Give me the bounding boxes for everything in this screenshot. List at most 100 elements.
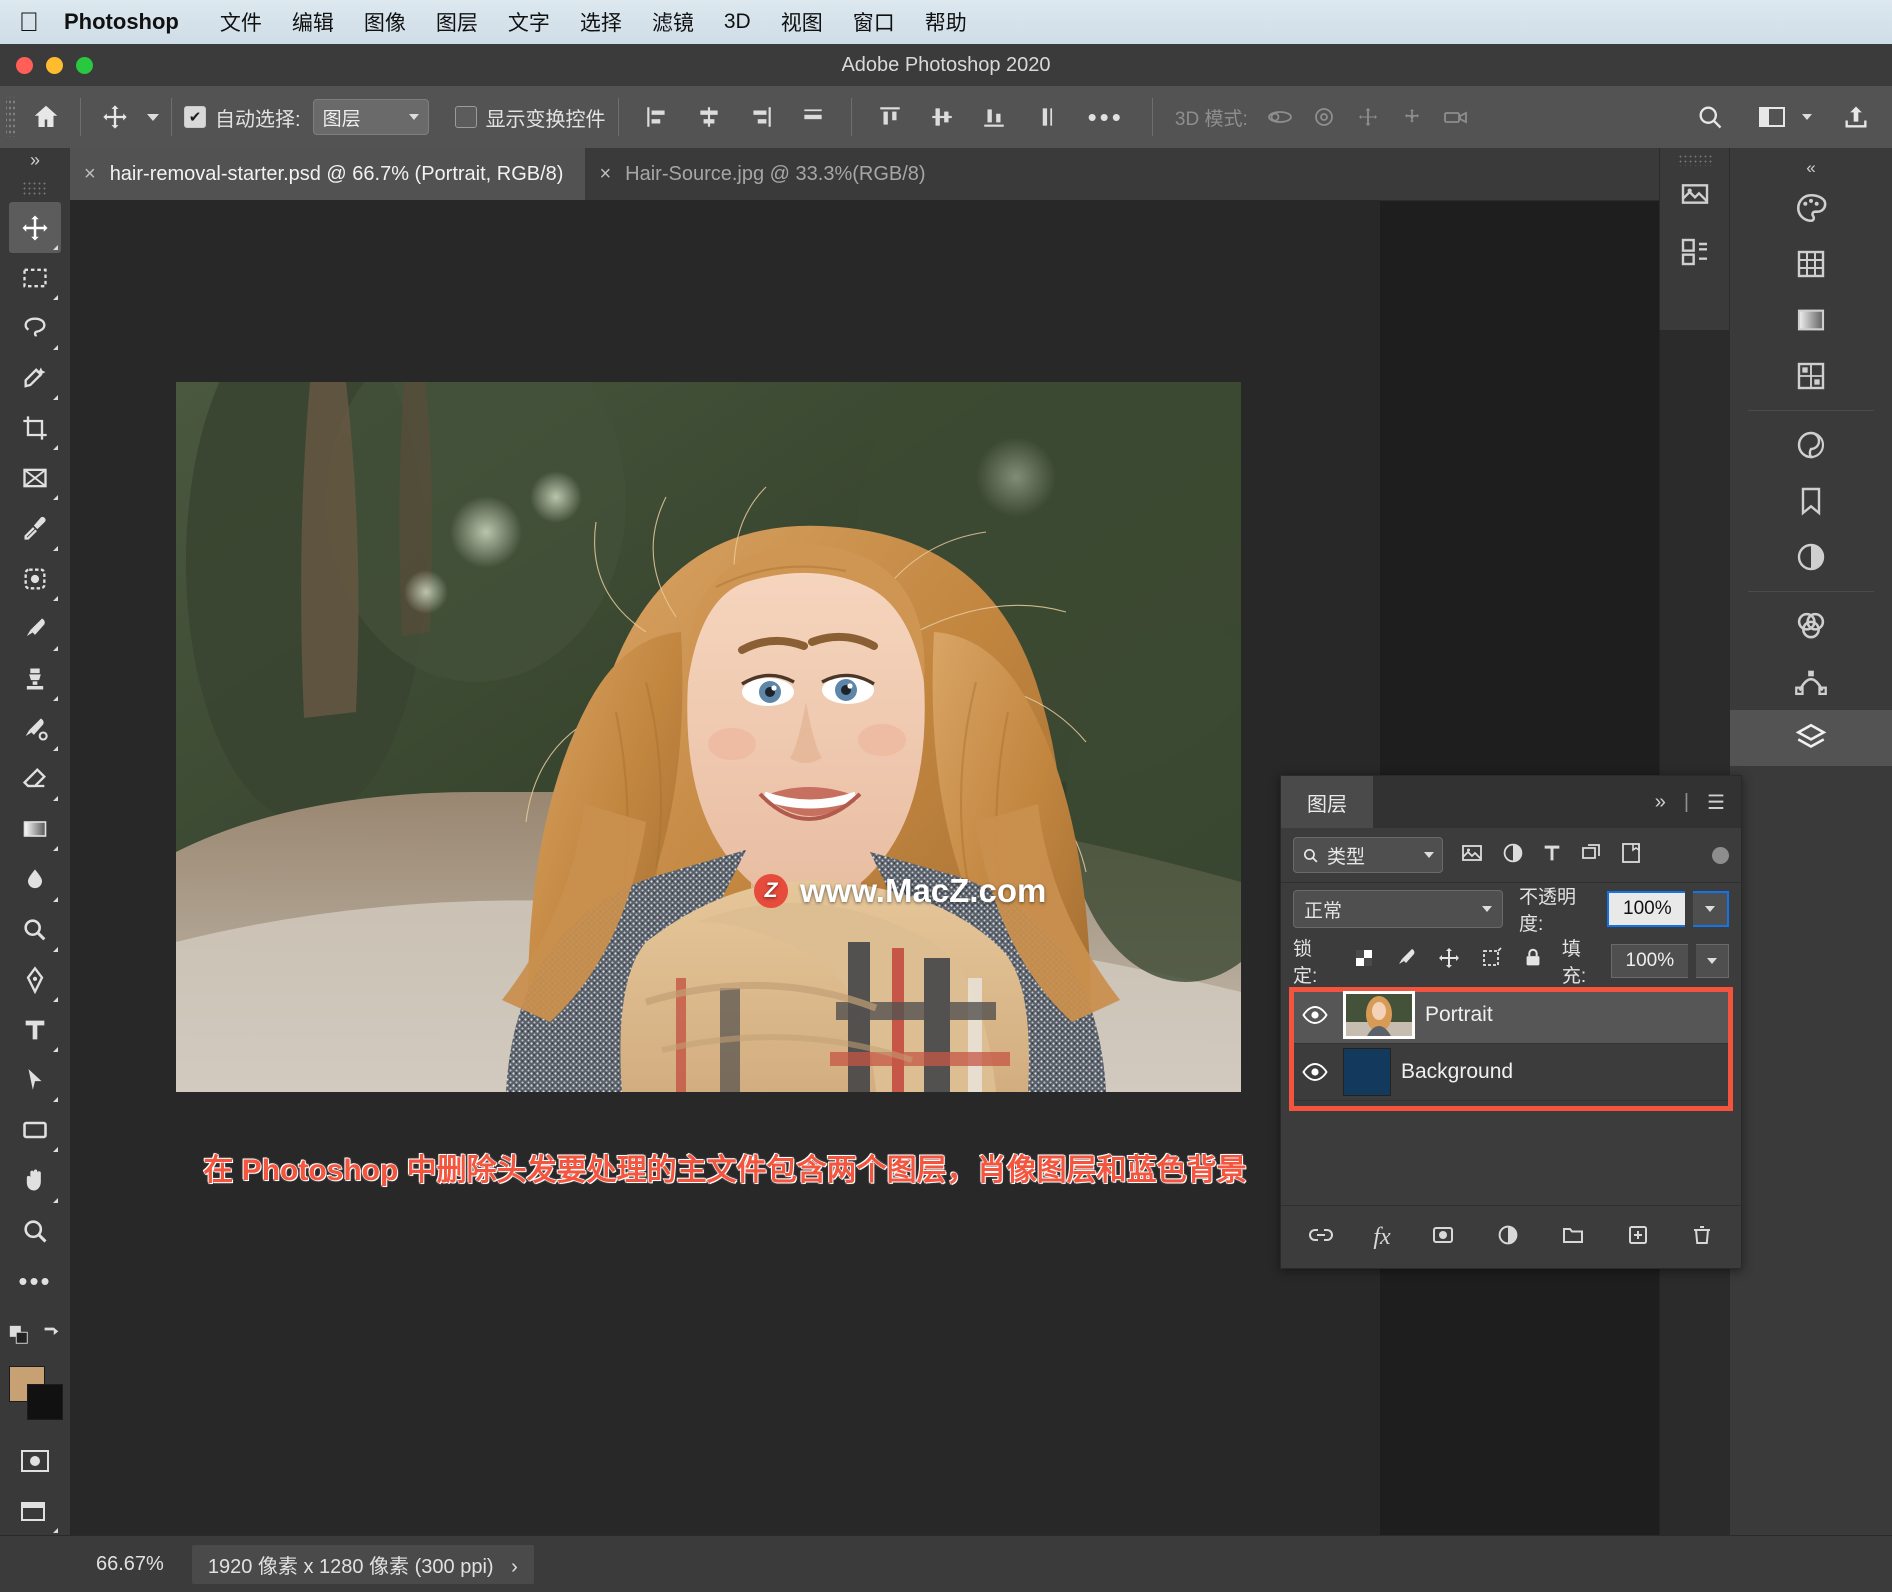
screen-mode-button[interactable] (9, 1486, 61, 1536)
auto-select-checkbox[interactable]: ✔ (184, 106, 206, 128)
horizontal-type-tool[interactable] (9, 1005, 61, 1055)
layer-thumbnail-background[interactable] (1343, 1048, 1391, 1096)
filter-enable-toggle[interactable] (1712, 847, 1729, 864)
tool-preset-chevron-down-icon[interactable] (147, 114, 159, 121)
menu-item-help[interactable]: 帮助 (910, 7, 982, 37)
new-layer-icon[interactable] (1625, 1223, 1651, 1252)
orbit-3d-icon[interactable] (1258, 96, 1302, 138)
rectangle-tool[interactable] (9, 1105, 61, 1155)
quick-mask-mode-button[interactable] (9, 1436, 61, 1486)
zoom-level[interactable]: 66.67% (96, 1553, 164, 1576)
layer-row-background[interactable]: Background (1289, 1044, 1733, 1101)
hand-tool[interactable] (9, 1155, 61, 1205)
workspace-icon[interactable] (1750, 96, 1794, 138)
menu-item-window[interactable]: 窗口 (838, 7, 910, 37)
align-left-edges-icon[interactable] (631, 95, 683, 139)
camera-3d-icon[interactable] (1434, 96, 1478, 138)
tab-layers[interactable]: 图层 (1281, 776, 1373, 828)
layer-name-background[interactable]: Background (1401, 1060, 1513, 1084)
menu-item-filter[interactable]: 滤镜 (637, 7, 709, 37)
layer-style-fx-icon[interactable]: fx (1373, 1224, 1390, 1251)
expand-toolbar-chevron-icon[interactable]: » (30, 150, 40, 171)
crop-tool[interactable] (9, 403, 61, 453)
menu-item-image[interactable]: 图像 (349, 7, 421, 37)
new-group-icon[interactable] (1559, 1223, 1587, 1252)
add-layer-mask-icon[interactable] (1429, 1223, 1457, 1252)
type-filter-icon[interactable] (1541, 841, 1563, 870)
styles-panel-icon[interactable] (1730, 473, 1892, 529)
artboard[interactable]: Z www.MacZ.com (176, 382, 1241, 1092)
frame-tool[interactable] (9, 453, 61, 503)
align-horizontal-centers-icon[interactable] (683, 95, 735, 139)
eraser-tool[interactable] (9, 754, 61, 804)
default-colors-icon[interactable] (8, 1324, 30, 1350)
zoom-window-button[interactable] (76, 57, 93, 74)
layer-visibility-eye-icon[interactable] (1297, 1005, 1333, 1025)
pan-3d-icon[interactable] (1346, 96, 1390, 138)
libraries-icon[interactable] (1660, 168, 1730, 224)
spot-healing-brush-tool[interactable] (9, 554, 61, 604)
document-tab-hair-removal-starter[interactable]: × hair-removal-starter.psd @ 66.7% (Port… (70, 148, 585, 200)
adjustment-filter-icon[interactable] (1501, 841, 1525, 870)
layers-panel-icon[interactable] (1730, 710, 1892, 766)
apple-logo-icon[interactable]:  (0, 9, 58, 36)
minimize-window-button[interactable] (46, 57, 63, 74)
more-options-button[interactable]: ••• (1072, 104, 1140, 130)
background-color-swatch[interactable] (27, 1384, 63, 1420)
move-tool-icon[interactable] (93, 96, 137, 138)
align-right-edges-icon[interactable] (735, 95, 787, 139)
delete-layer-icon[interactable] (1689, 1223, 1715, 1252)
chevron-right-icon[interactable]: › (511, 1556, 518, 1578)
search-icon[interactable] (1688, 96, 1732, 138)
move-tool[interactable] (9, 202, 61, 252)
align-vertical-centers-icon[interactable] (916, 95, 968, 139)
path-selection-tool[interactable] (9, 1055, 61, 1105)
menu-item-type[interactable]: 文字 (493, 7, 565, 37)
document-tab-hair-source[interactable]: × Hair-Source.jpg @ 33.3%(RGB/8) (585, 148, 947, 200)
align-bottom-edges-icon[interactable] (968, 95, 1020, 139)
pen-tool[interactable] (9, 955, 61, 1005)
gradients-panel-icon[interactable] (1730, 292, 1892, 348)
properties-panel-icon[interactable] (1730, 529, 1892, 585)
align-top-edges-icon[interactable] (864, 95, 916, 139)
lock-transparent-pixels-icon[interactable] (1352, 946, 1376, 976)
adjustments-history-icon[interactable] (1660, 224, 1730, 280)
rectangular-marquee-tool[interactable] (9, 253, 61, 303)
menu-item-select[interactable]: 选择 (565, 7, 637, 37)
distribute-vertical-icon[interactable] (1020, 95, 1072, 139)
share-icon[interactable] (1834, 96, 1878, 138)
patterns-panel-icon[interactable] (1730, 348, 1892, 404)
paths-panel-icon[interactable] (1730, 654, 1892, 710)
opacity-input[interactable]: 100% (1607, 891, 1685, 927)
clone-stamp-tool[interactable] (9, 654, 61, 704)
roll-3d-icon[interactable] (1302, 96, 1346, 138)
layer-filter-type-dropdown[interactable]: 类型 (1293, 837, 1443, 873)
menu-item-edit[interactable]: 编辑 (277, 7, 349, 37)
gradient-tool[interactable] (9, 804, 61, 854)
brush-tool[interactable] (9, 604, 61, 654)
layer-row-portrait[interactable]: Portrait (1289, 987, 1733, 1044)
swap-colors-icon[interactable] (40, 1324, 62, 1350)
menu-item-file[interactable]: 文件 (205, 7, 277, 37)
blend-mode-dropdown[interactable]: 正常 (1293, 890, 1503, 928)
dodge-tool[interactable] (9, 905, 61, 955)
toolbox-grip[interactable] (22, 181, 48, 196)
slide-3d-icon[interactable] (1390, 96, 1434, 138)
home-icon[interactable] (24, 96, 68, 138)
pixel-filter-icon[interactable] (1459, 841, 1485, 870)
menu-item-layer[interactable]: 图层 (421, 7, 493, 37)
fill-stepper[interactable] (1696, 944, 1729, 978)
swatches-panel-icon[interactable] (1730, 236, 1892, 292)
dock-grip[interactable] (1678, 154, 1712, 166)
zoom-tool[interactable] (9, 1206, 61, 1256)
fill-input[interactable]: 100% (1611, 944, 1688, 978)
edit-toolbar-tool[interactable]: ••• (9, 1256, 61, 1306)
shape-filter-icon[interactable] (1579, 841, 1603, 870)
menu-item-photoshop[interactable]: Photoshop (58, 9, 205, 35)
layer-thumbnail-portrait[interactable] (1343, 991, 1415, 1039)
eyedropper-tool[interactable] (9, 503, 61, 553)
smart-object-filter-icon[interactable] (1619, 841, 1643, 870)
color-panel-icon[interactable] (1730, 180, 1892, 236)
collapse-panels-chevron-icon[interactable]: « (1730, 154, 1892, 180)
channels-panel-icon[interactable] (1730, 598, 1892, 654)
